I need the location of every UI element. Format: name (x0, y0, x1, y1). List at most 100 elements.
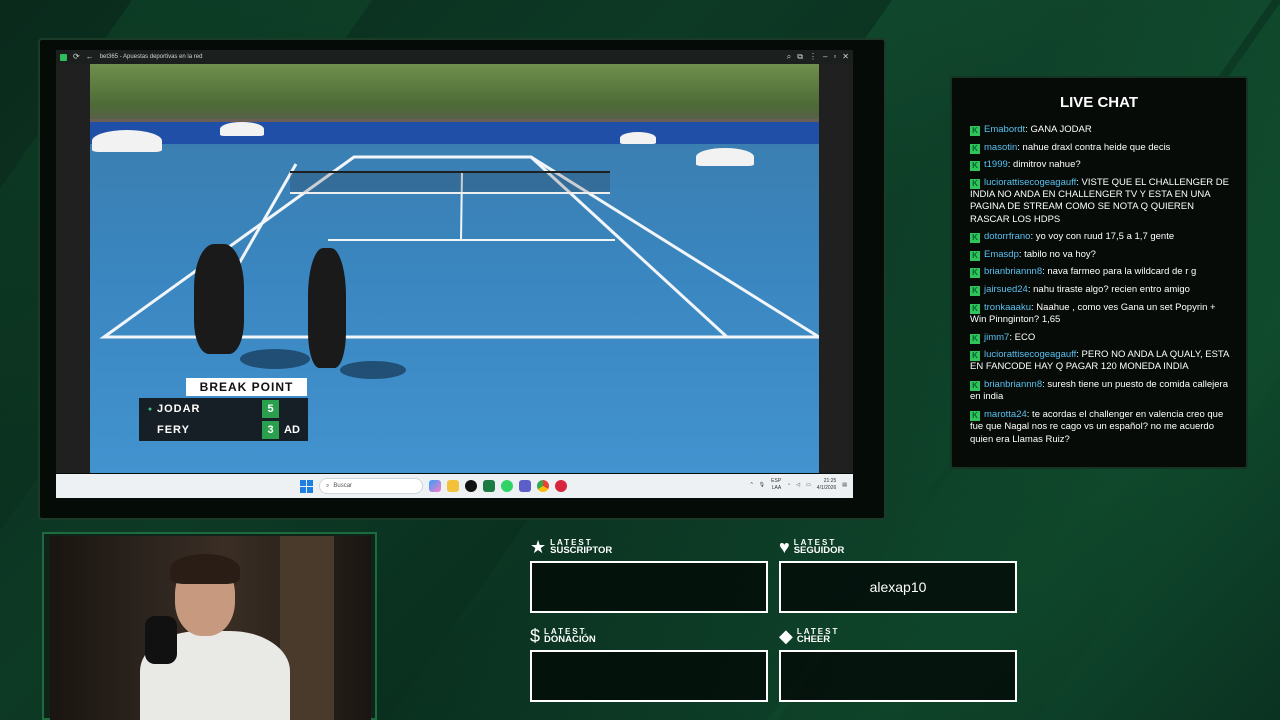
heart-icon: ♥ (779, 537, 790, 557)
folder-icon[interactable] (447, 480, 459, 492)
chat-text: : yo voy con ruud 17,5 a 1,7 gente (1030, 231, 1175, 243)
back-arrow-icon[interactable]: ← (86, 53, 94, 61)
language-indicator[interactable]: ESP LAA (771, 478, 781, 492)
player-games: 5 (262, 400, 279, 418)
chat-badge-icon: K (970, 233, 980, 244)
zoom-icon[interactable]: ⌕ (787, 53, 791, 61)
tray-chevron-icon[interactable]: ^ (750, 482, 752, 488)
chat-badge-icon: K (970, 250, 980, 261)
maximize-icon[interactable]: ▫ (833, 53, 836, 61)
extensions-icon[interactable]: ⧉ (797, 53, 803, 61)
browser-tab-title: bet365 - Apuestas deportivas en la red (99, 54, 203, 60)
chat-badge-icon: K (970, 161, 980, 172)
teams-icon[interactable] (519, 480, 531, 492)
volume-icon[interactable]: ◁ (796, 482, 800, 488)
player-games: 3 (262, 421, 279, 439)
diamond-icon: ◆ (779, 626, 793, 646)
player-name: FERY (157, 424, 190, 436)
player-name: JODAR (157, 403, 201, 415)
taskbar-search-placeholder: Buscar (333, 483, 353, 489)
video-letterbox-right (819, 64, 853, 473)
chat-message: Kdotorrfrano: yo voy con ruud 17,5 a 1,7… (970, 231, 1232, 244)
wifi-icon[interactable]: ◔ (787, 482, 790, 488)
excel-icon[interactable] (483, 480, 495, 492)
chat-message: Kmarotta24: te acordas el challenger en … (970, 409, 1232, 446)
chat-username[interactable]: luciorattisecogeagauff (984, 177, 1076, 188)
microphone (145, 616, 177, 664)
site-favicon-icon (60, 53, 67, 61)
chat-username[interactable]: masotin (984, 142, 1017, 153)
latest-subscriber-header: ★ LATEST SUSCRIPTOR (530, 537, 613, 557)
windows-taskbar: ⌕ Buscar ^ 🎙 ESP LAA ◔ ◁ ▭ 21:25 4/1/202… (56, 474, 853, 498)
minimize-icon[interactable]: – (823, 53, 827, 61)
live-chat-panel: LIVE CHAT K Emabordt: GANA JODAR Kmasotin:… (950, 76, 1248, 469)
menu-dots-icon[interactable]: ⋮ (809, 53, 817, 61)
chat-username[interactable]: brianbriannn8 (984, 266, 1042, 277)
umbrella (620, 132, 656, 144)
star-icon: ★ (530, 537, 547, 557)
chat-username[interactable]: dotorrfrano (984, 231, 1030, 242)
whatsapp-icon[interactable] (501, 480, 513, 492)
chat-badge-icon: K (970, 303, 980, 314)
mic-icon[interactable]: 🎙 (759, 482, 765, 488)
chat-username[interactable]: tronkaaaku (984, 302, 1031, 313)
chat-username[interactable]: jairsued24 (984, 284, 1028, 295)
chat-text: : nahu tiraste algo? recien entro amigo (1027, 284, 1190, 296)
reload-icon[interactable]: ⟳ (73, 53, 80, 61)
chat-text: : nava farmeo para la wildcard de r g (1042, 266, 1197, 278)
taskbar-search[interactable]: ⌕ Buscar (319, 478, 423, 494)
chat-username[interactable]: marotta24 (984, 409, 1027, 420)
browser-title-bar: ⟳ ← bet365 - Apuestas deportivas en la r… (56, 50, 853, 64)
chat-message: K Emabordt: GANA JODAR (970, 124, 1232, 136)
chat-username[interactable]: Emabordt (984, 124, 1025, 135)
chat-badge-icon: K (970, 333, 980, 344)
tiktok-icon[interactable] (465, 480, 477, 492)
break-point-banner: BREAK POINT (186, 378, 307, 396)
chat-message: Kjimm7: ECO (970, 332, 1232, 344)
copilot-icon[interactable] (429, 480, 441, 492)
chat-badge-icon: K (970, 410, 980, 421)
player-shadow (340, 361, 406, 379)
chat-username[interactable]: t1999 (984, 159, 1008, 170)
dollar-icon: $ (530, 626, 541, 646)
search-icon: ⌕ (326, 482, 330, 489)
chat-badge-icon: K (970, 286, 980, 297)
player-shadow (240, 349, 310, 369)
notification-icon[interactable]: ▤ (842, 482, 847, 488)
video-letterbox-left (56, 64, 90, 473)
chat-message: Kt1999: dimitrov nahue? (970, 159, 1232, 172)
battery-icon[interactable]: ▭ (806, 482, 811, 488)
chat-text: : GANA JODAR (1025, 124, 1092, 135)
windows-start-icon[interactable] (300, 479, 313, 493)
umbrella (220, 122, 264, 136)
chat-message: Kbrianbriannn8: nava farmeo para la wild… (970, 266, 1232, 279)
chat-badge-icon: K (970, 381, 980, 392)
chat-badge-icon: K (970, 178, 980, 189)
chrome-icon[interactable] (537, 480, 549, 492)
chat-username[interactable]: Emasdp (984, 249, 1019, 260)
scoreboard: ● JODAR 5 FERY 3 AD (139, 398, 308, 441)
close-icon[interactable]: ✕ (842, 53, 849, 61)
chat-badge-icon: K (970, 126, 980, 136)
chat-message-list: K Emabordt: GANA JODAR Kmasotin: nahue dra… (970, 124, 1232, 451)
chat-text: : nahue draxl contra heide que decis (1017, 141, 1171, 153)
clock-date: 4/1/2026 (816, 485, 837, 491)
clock[interactable]: 21:25 4/1/2026 (817, 478, 836, 492)
serve-indicator-icon: ● (147, 405, 153, 413)
chat-message: Kbrianbriannn8: suresh tiene un puesto d… (970, 379, 1232, 404)
latest-cheer-header: ◆ LATEST CHEER (779, 626, 840, 646)
chat-message: Kluciorattisecogeagauff: VISTE QUE EL CH… (970, 177, 1232, 226)
latest-follower-box: alexap10 (779, 561, 1017, 613)
chat-badge-icon: K (970, 268, 980, 279)
clock-time: 21:25 (823, 478, 837, 484)
chat-badge-icon: K (970, 143, 980, 154)
chat-username[interactable]: luciorattisecogeagauff (984, 349, 1076, 360)
chat-username[interactable]: brianbriannn8 (984, 379, 1042, 390)
scoreboard-row: ● JODAR 5 (139, 399, 308, 419)
latest-follower-header: ♥ LATEST SEGUIDOR (779, 537, 845, 557)
record-app-icon[interactable] (555, 480, 567, 492)
chat-badge-icon: K (970, 351, 980, 362)
latest-subscriber-box (530, 561, 768, 613)
chat-username[interactable]: jimm7 (984, 332, 1009, 343)
chat-message: Kluciorattisecogeagauff: PERO NO ANDA LA… (970, 349, 1232, 374)
